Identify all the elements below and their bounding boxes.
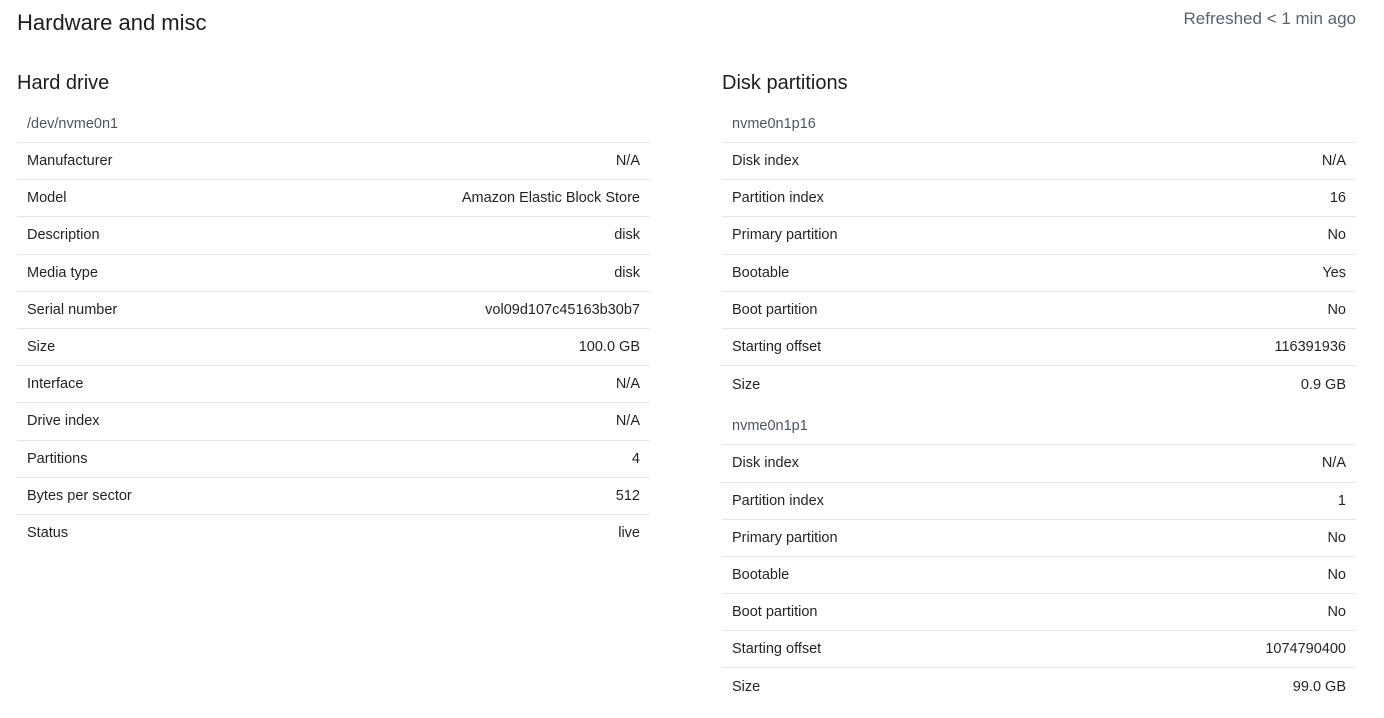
row-value: vol09d107c45163b30b7 <box>485 301 640 318</box>
table-row: Size 99.0 GB <box>722 668 1356 705</box>
row-label: Description <box>27 227 100 244</box>
row-value: Amazon Elastic Block Store <box>461 190 640 207</box>
row-label: Size <box>732 679 761 696</box>
row-value: 100.0 GB <box>578 339 640 356</box>
row-value: N/A <box>615 376 640 393</box>
row-label: Bootable <box>732 566 790 583</box>
page-title: Hardware and misc <box>17 10 207 35</box>
row-label: Starting offset <box>732 641 822 658</box>
table-row: Bootable No <box>722 557 1356 595</box>
row-label: Size <box>27 339 56 356</box>
row-value: No <box>1327 529 1346 546</box>
table-row: Starting offset 1074790400 <box>722 631 1356 669</box>
table-row: Disk index N/A <box>722 143 1356 181</box>
partition-name: nvme0n1p1 <box>722 408 1356 446</box>
row-value: N/A <box>1321 153 1346 170</box>
hard-drive-panel: Hard drive /dev/nvme0n1 Manufacturer N/A … <box>17 70 650 552</box>
row-value: No <box>1327 227 1346 244</box>
device-name: /dev/nvme0n1 <box>17 106 650 143</box>
row-label: Disk index <box>732 455 799 472</box>
table-row: Boot partition No <box>722 594 1356 632</box>
row-value: No <box>1327 604 1346 621</box>
table-row: Bytes per sector 512 <box>17 478 650 515</box>
row-label: Starting offset <box>732 339 822 356</box>
disk-partitions-panel: Disk partitions nvme0n1p16 Disk index N/A… <box>722 70 1356 706</box>
refreshed-status: Refreshed < 1 min ago <box>1183 9 1356 28</box>
table-row: Bootable Yes <box>722 255 1356 292</box>
row-value: 116391936 <box>1274 339 1346 356</box>
row-label: Bytes per sector <box>27 487 132 504</box>
table-row: Disk index N/A <box>722 445 1356 483</box>
row-value: N/A <box>615 153 640 170</box>
row-value: 16 <box>1329 190 1346 207</box>
table-row: Status live <box>17 515 650 552</box>
row-label: Model <box>27 190 67 207</box>
table-row: Boot partition No <box>722 292 1356 329</box>
hard-drive-group: /dev/nvme0n1 Manufacturer N/A Model Amazon… <box>17 106 650 552</box>
table-row: Partitions 4 <box>17 441 650 478</box>
table-row: Serial number vol09d107c45163b30b7 <box>17 292 650 329</box>
row-value: 99.0 GB <box>1292 679 1346 696</box>
row-value: N/A <box>1321 455 1346 472</box>
row-label: Partition index <box>732 492 824 509</box>
row-label: Drive index <box>27 413 100 430</box>
table-row: Primary partition No <box>722 520 1356 557</box>
table-row: Partition index 16 <box>722 180 1356 218</box>
row-label: Boot partition <box>732 301 818 318</box>
disk-partitions-title: Disk partitions <box>722 72 848 94</box>
row-label: Partitions <box>27 450 88 467</box>
row-value: 1 <box>1337 492 1346 509</box>
table-row: Manufacturer N/A <box>17 143 650 181</box>
row-value: disk <box>614 264 640 281</box>
row-value: live <box>618 525 640 542</box>
table-row: Primary partition No <box>722 217 1356 255</box>
row-value: No <box>1327 301 1346 318</box>
row-value: 4 <box>631 450 640 467</box>
row-label: Partition index <box>732 190 824 207</box>
table-row: Media type disk <box>17 255 650 292</box>
table-row: Model Amazon Elastic Block Store <box>17 180 650 218</box>
row-label: Manufacturer <box>27 153 113 170</box>
table-row: Interface N/A <box>17 366 650 404</box>
row-label: Boot partition <box>732 604 818 621</box>
row-label: Primary partition <box>732 227 838 244</box>
table-row: Starting offset 116391936 <box>722 329 1356 367</box>
table-row: Partition index 1 <box>722 483 1356 520</box>
hard-drive-title: Hard drive <box>17 72 110 94</box>
table-row: Drive index N/A <box>17 403 650 441</box>
row-label: Primary partition <box>732 529 838 546</box>
table-row: Size 100.0 GB <box>17 329 650 367</box>
row-label: Disk index <box>732 153 799 170</box>
partition-group: nvme0n1p1 Disk index N/A Partition index 1… <box>722 408 1356 705</box>
row-value: Yes <box>1322 264 1346 281</box>
table-row: Size 0.9 GB <box>722 366 1356 403</box>
row-label: Status <box>27 525 69 542</box>
partition-name: nvme0n1p16 <box>722 106 1356 143</box>
row-value: No <box>1327 566 1346 583</box>
row-label: Media type <box>27 264 98 281</box>
row-value: 0.9 GB <box>1300 376 1346 393</box>
row-label: Bootable <box>732 264 790 281</box>
row-value: N/A <box>615 413 640 430</box>
row-label: Interface <box>27 376 84 393</box>
row-value: disk <box>614 227 640 244</box>
row-value: 1074790400 <box>1265 641 1346 658</box>
row-value: 512 <box>615 487 640 504</box>
table-row: Description disk <box>17 217 650 255</box>
row-label: Serial number <box>27 301 118 318</box>
partition-group: nvme0n1p16 Disk index N/A Partition index… <box>722 106 1356 403</box>
row-label: Size <box>732 376 761 393</box>
